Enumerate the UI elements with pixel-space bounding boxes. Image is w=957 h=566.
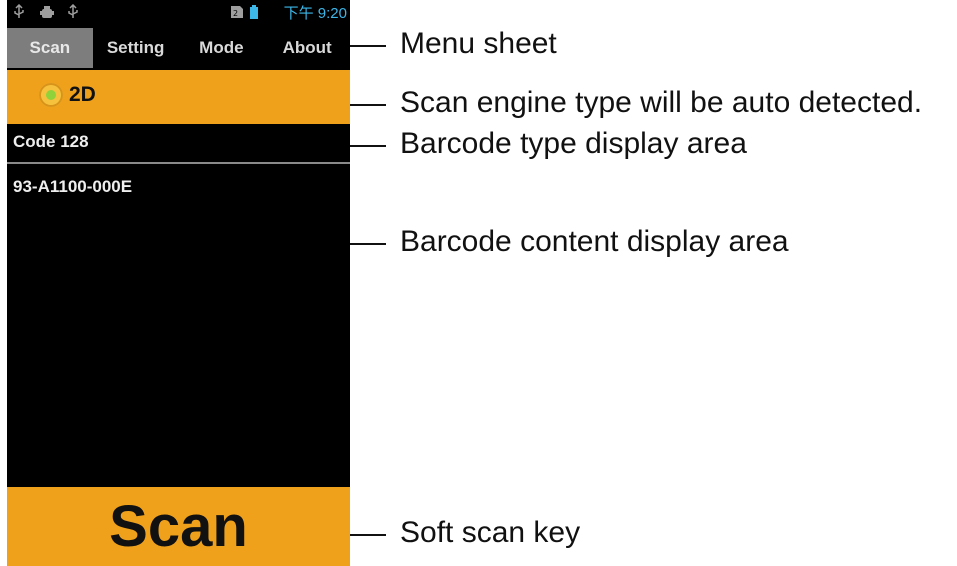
engine-type-label: 2D xyxy=(69,83,96,106)
barcode-content-display: 93-A1100-000E xyxy=(13,177,133,196)
callout-line-engine-type xyxy=(350,104,386,106)
callout-line-barcode-type xyxy=(350,145,386,147)
sim-card-icon: 2 xyxy=(229,4,245,24)
phone-screen: 2 下午 9:20 Scan Setting Mode About 2D Cod… xyxy=(7,0,350,566)
callout-line-barcode-content xyxy=(350,243,386,245)
scan-engine-bar: 2D xyxy=(7,70,350,124)
menu-sheet: Scan Setting Mode About xyxy=(7,28,350,68)
svg-text:2: 2 xyxy=(233,9,238,18)
usb-icon xyxy=(13,3,25,24)
tab-scan[interactable]: Scan xyxy=(7,28,93,68)
tab-setting[interactable]: Setting xyxy=(93,28,179,68)
callout-line-soft-scan-key xyxy=(350,534,386,536)
callout-line-menu-sheet xyxy=(350,45,386,47)
barcode-type-display: Code 128 xyxy=(13,132,89,151)
callout-barcode-type: Barcode type display area xyxy=(400,127,747,160)
tab-about[interactable]: About xyxy=(264,28,350,68)
status-time: 下午 9:20 xyxy=(283,5,347,22)
battery-icon xyxy=(249,4,259,24)
engine-status-dot xyxy=(46,90,56,100)
callout-soft-scan-key: Soft scan key xyxy=(400,516,581,549)
callout-barcode-content: Barcode content display area xyxy=(400,225,789,258)
android-debug-icon xyxy=(39,4,55,24)
engine-status-indicator-icon xyxy=(39,83,63,107)
callout-engine-type: Scan engine type will be auto detected. xyxy=(400,86,923,119)
scan-button-label: Scan xyxy=(109,493,248,559)
divider xyxy=(7,162,350,164)
tab-mode[interactable]: Mode xyxy=(179,28,265,68)
usb-icon xyxy=(67,3,79,24)
status-bar: 2 下午 9:20 xyxy=(7,0,350,28)
soft-scan-button[interactable]: Scan xyxy=(7,487,350,566)
callout-menu-sheet: Menu sheet xyxy=(400,27,557,60)
